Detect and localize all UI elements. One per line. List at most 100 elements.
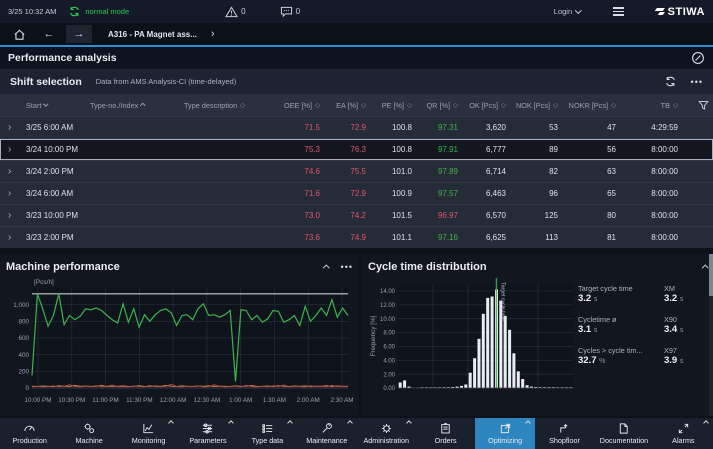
chevron-up-icon[interactable] <box>525 420 531 426</box>
row-expand-icon[interactable]: › <box>0 144 24 155</box>
column-header[interactable]: OK [Pcs]◇ <box>460 101 508 110</box>
cycle-panel-header: Cycle time distribution <box>368 258 707 276</box>
panel-menu-icon[interactable]: ••• <box>341 262 353 272</box>
cell-start: 3/24 2:00 PM <box>24 167 88 176</box>
hamburger-menu-icon[interactable] <box>613 7 624 15</box>
chevron-up-icon[interactable] <box>168 420 174 426</box>
nav-item-maintenance[interactable]: Maintenance <box>297 418 356 449</box>
column-header[interactable]: QR [%]◇ <box>414 101 460 110</box>
scrollbar-thumb[interactable] <box>709 254 713 296</box>
back-button[interactable]: ← <box>36 25 62 43</box>
cell-ok: 6,463 <box>460 189 508 198</box>
table-row[interactable]: › 3/23 2:00 PM 73.6 74.9 101.1 97.16 6,6… <box>0 226 713 248</box>
nav-item-production[interactable]: Production <box>0 418 59 449</box>
column-header[interactable]: EA [%]◇ <box>322 101 368 110</box>
nav-item-documentation[interactable]: Documentation <box>594 418 653 449</box>
cell-tb: 4:29:59 <box>618 123 680 132</box>
column-header[interactable]: Type description◇ <box>182 101 278 110</box>
svg-text:400: 400 <box>18 352 29 359</box>
table-row[interactable]: › 3/24 10:00 PM 75.3 76.3 100.8 97.91 6,… <box>0 138 713 160</box>
nav-item-shopfloor[interactable]: Shopfloor <box>535 418 594 449</box>
stat-label: Cycles > cycle tim... <box>578 346 664 355</box>
stat-unit: % <box>599 358 605 365</box>
nav-item-optimizing[interactable]: Optimizing <box>475 418 534 449</box>
chevron-up-icon[interactable] <box>406 420 412 426</box>
cell-nokr: 47 <box>560 123 618 132</box>
stat-value: 3.2 s <box>664 293 713 304</box>
station-tab[interactable]: A316 - PA Magnet ass... <box>108 30 197 39</box>
chevron-up-icon[interactable] <box>287 420 293 426</box>
cell-tb: 8:00:00 <box>618 189 680 198</box>
table-row[interactable]: › 3/24 6:00 AM 71.6 72.9 100.9 97.57 6,4… <box>0 182 713 204</box>
svg-text:10:30 PM: 10:30 PM <box>58 397 85 404</box>
stat-label: X97 <box>664 346 713 355</box>
svg-text:11:30 PM: 11:30 PM <box>126 397 153 404</box>
nav-item-machine[interactable]: Machine <box>59 418 118 449</box>
nav-item-type-data[interactable]: Type data <box>238 418 297 449</box>
home-icon <box>13 28 26 41</box>
nav-item-alarms[interactable]: Alarms <box>654 418 713 449</box>
machine-panel-title: Machine performance <box>6 261 120 273</box>
brand-name: STIWA <box>668 6 705 18</box>
login-menu[interactable]: Login <box>554 7 581 16</box>
collapse-icon[interactable] <box>323 265 329 271</box>
column-header[interactable]: Start <box>24 101 88 110</box>
nav-item-monitoring[interactable]: Monitoring <box>119 418 178 449</box>
stat-value: 3.2 s <box>578 293 664 304</box>
scrollbar[interactable] <box>709 254 713 416</box>
refresh-icon[interactable] <box>664 75 677 88</box>
row-expand-icon[interactable]: › <box>0 166 24 177</box>
cell-nok: 125 <box>508 211 560 220</box>
wrench-icon <box>320 422 333 435</box>
sort-icon: ◇ <box>453 101 458 109</box>
home-button[interactable] <box>6 25 32 43</box>
nav-item-label: Type data <box>252 436 284 445</box>
edit-icon[interactable] <box>691 51 705 65</box>
table-row[interactable]: › 3/24 2:00 PM 74.6 75.5 101.0 97.89 6,7… <box>0 160 713 182</box>
datetime-label: 3/25 10:32 AM <box>8 7 56 16</box>
cell-qr: 96.97 <box>414 211 460 220</box>
row-expand-icon[interactable]: › <box>0 188 24 199</box>
table-row[interactable]: › 3/23 10:00 PM 73.0 74.2 101.5 96.97 6,… <box>0 204 713 226</box>
warnings-counter[interactable]: 0 <box>225 6 245 18</box>
column-header[interactable]: Type-no./Index <box>88 101 182 110</box>
column-header[interactable]: TB◇ <box>618 101 680 110</box>
column-header[interactable]: PE [%]◇ <box>368 101 414 110</box>
svg-text:12.00: 12.00 <box>380 303 396 309</box>
svg-text:11:00 PM: 11:00 PM <box>92 397 119 404</box>
cell-start: 3/23 10:00 PM <box>24 211 88 220</box>
column-label: OK [Pcs] <box>469 101 498 110</box>
column-header[interactable]: NOKR [Pcs]◇ <box>560 101 618 110</box>
sort-icon: ◇ <box>611 101 616 109</box>
next-tab-button[interactable]: › <box>211 28 215 40</box>
column-label: PE [%] <box>382 101 404 110</box>
sort-icon: ◇ <box>240 101 245 109</box>
filter-button[interactable] <box>680 100 713 111</box>
row-expand-icon[interactable]: › <box>0 210 24 221</box>
row-expand-icon[interactable]: › <box>0 232 24 243</box>
nav-item-administration[interactable]: Administration <box>357 418 416 449</box>
table-row[interactable]: › 3/25 6:00 AM 71.5 72.9 100.8 97.31 3,6… <box>0 116 713 138</box>
forward-button[interactable]: → <box>66 25 92 43</box>
column-header[interactable]: OEE [%]◇ <box>278 101 322 110</box>
chevron-up-icon[interactable] <box>347 420 353 426</box>
cell-tb: 8:00:00 <box>618 145 680 154</box>
shift-selection-panel: Shift selection Data from AMS Analysis-C… <box>0 69 713 248</box>
panel-menu-icon[interactable]: ••• <box>691 77 703 87</box>
cell-qr: 97.16 <box>414 233 460 242</box>
nav-item-label: Orders <box>435 436 457 445</box>
stat-value: 32.7 % <box>578 355 664 366</box>
column-label: Start <box>26 101 41 110</box>
nav-item-orders[interactable]: Orders <box>416 418 475 449</box>
collapse-icon[interactable] <box>702 265 708 271</box>
chevron-up-icon[interactable] <box>228 420 234 426</box>
column-header[interactable]: NOK [Pcs]◇ <box>508 101 560 110</box>
chevron-up-icon[interactable] <box>703 420 709 426</box>
messages-counter[interactable]: 0 <box>280 6 300 18</box>
svg-text:600: 600 <box>18 335 29 342</box>
svg-text:10:00 PM: 10:00 PM <box>25 397 52 404</box>
stat-label: XM <box>664 284 713 293</box>
external-icon <box>499 422 512 435</box>
nav-item-parameters[interactable]: Parameters <box>178 418 237 449</box>
row-expand-icon[interactable]: › <box>0 122 24 133</box>
